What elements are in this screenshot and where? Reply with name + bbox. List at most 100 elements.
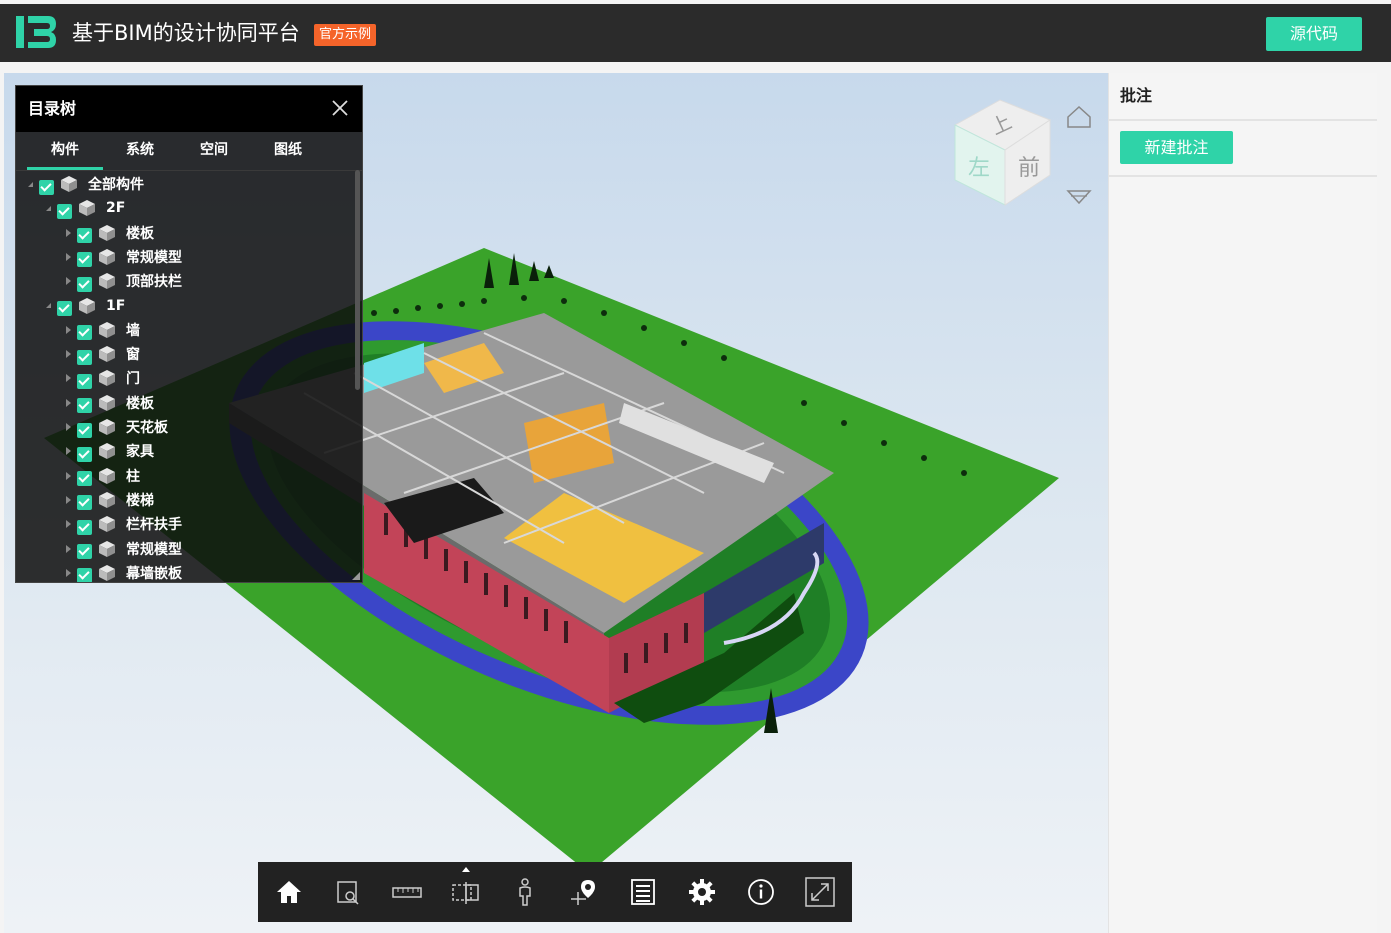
tree-row[interactable]: 栏杆扶手 — [66, 512, 182, 536]
expand-arrow-icon[interactable] — [66, 374, 71, 383]
tree-row[interactable]: 常规模型 — [66, 537, 182, 561]
expand-arrow-icon[interactable] — [66, 520, 71, 529]
tree-row-label: 门 — [126, 371, 140, 388]
properties-button[interactable] — [614, 862, 672, 922]
component-cube-icon — [99, 491, 115, 508]
tree-row[interactable]: 顶部扶栏 — [66, 269, 182, 293]
tree-row-label: 全部构件 — [88, 177, 144, 193]
checkbox[interactable] — [77, 519, 92, 535]
checkbox[interactable] — [77, 568, 92, 582]
expand-arrow-icon[interactable] — [66, 423, 71, 431]
properties-list-icon — [631, 879, 655, 905]
checkbox[interactable] — [77, 276, 92, 292]
expand-arrow-icon[interactable] — [66, 398, 71, 407]
bottom-toolbar — [258, 862, 852, 922]
tree-row[interactable]: 门 — [66, 366, 140, 390]
official-example-badge: 官方示例 — [314, 24, 377, 46]
tree-row[interactable]: 常规模型 — [66, 245, 182, 269]
component-cube-icon — [99, 370, 115, 387]
checkbox[interactable] — [77, 252, 92, 268]
expand-arrow-icon[interactable] — [66, 228, 71, 237]
section-box-button[interactable] — [437, 862, 495, 922]
tree-row[interactable]: 墙 — [66, 318, 140, 342]
close-icon[interactable] — [330, 98, 350, 118]
tree-row[interactable]: 1F — [46, 294, 125, 318]
expand-arrow-icon[interactable] — [66, 568, 71, 577]
tree-row[interactable]: 天花板 — [66, 415, 168, 439]
zoom-window-button[interactable] — [319, 862, 377, 922]
component-cube-icon — [99, 224, 115, 241]
tree-row[interactable]: 楼板 — [66, 391, 154, 415]
walk-person-icon — [519, 878, 531, 906]
checkbox[interactable] — [77, 471, 92, 487]
tree-row-label: 墙 — [126, 322, 140, 339]
component-cube-icon — [61, 176, 77, 192]
new-annotation-button[interactable]: 新建批注 — [1120, 131, 1233, 164]
expand-arrow-icon[interactable] — [66, 350, 71, 359]
fullscreen-button[interactable] — [791, 862, 849, 922]
component-cube-icon — [99, 419, 115, 435]
checkbox[interactable] — [77, 398, 92, 414]
checkbox[interactable] — [39, 179, 54, 195]
collapse-arrow-icon[interactable] — [46, 205, 51, 211]
expand-arrow-icon[interactable] — [66, 252, 71, 261]
collapse-arrow-icon[interactable] — [28, 181, 33, 187]
expand-arrow-icon[interactable] — [66, 277, 71, 286]
tree-row-label: 顶部扶栏 — [126, 274, 182, 291]
expand-arrow-icon[interactable] — [66, 325, 71, 334]
component-cube-icon — [99, 516, 115, 533]
viewcube-menu-icon[interactable] — [1066, 190, 1092, 205]
checkbox[interactable] — [57, 301, 72, 316]
walk-button[interactable] — [496, 862, 554, 922]
info-button[interactable] — [732, 862, 790, 922]
component-cube-icon — [99, 248, 115, 265]
tree-panel-title: 目录树 — [28, 99, 77, 118]
checkbox[interactable] — [77, 373, 92, 389]
tab-spaces[interactable]: 空间 — [176, 132, 252, 170]
checkbox[interactable] — [77, 422, 92, 438]
tree-row-label: 柱 — [126, 468, 140, 485]
tree-row[interactable]: 家具 — [66, 439, 154, 463]
source-code-button[interactable]: 源代码 — [1266, 17, 1362, 51]
viewcube-front-label[interactable]: 前 — [1018, 156, 1040, 181]
checkbox[interactable] — [77, 325, 92, 341]
expand-arrow-icon[interactable] — [66, 471, 71, 480]
location-button[interactable] — [555, 862, 613, 922]
resize-grip-icon[interactable] — [352, 572, 360, 580]
home-icon — [277, 881, 301, 903]
tree-list: 全部构件 2F 楼板 常规模型 顶部扶栏 1F 墙窗门楼板 天花板 家具柱楼梯 栏杆扶手 常规模型幕… — [16, 170, 356, 582]
tab-drawings[interactable]: 图纸 — [250, 132, 326, 170]
expand-arrow-icon[interactable] — [66, 495, 71, 504]
checkbox[interactable] — [77, 349, 92, 365]
checkbox[interactable] — [77, 446, 92, 462]
tree-row[interactable]: 柱 — [66, 464, 140, 488]
tree-row-label: 家具 — [126, 444, 154, 461]
tree-row[interactable]: 楼梯 — [66, 488, 154, 512]
annotation-panel: 批注 新建批注 — [1108, 73, 1377, 933]
collapse-arrow-icon[interactable] — [46, 303, 51, 308]
viewcube-left-label[interactable]: 左 — [968, 156, 990, 181]
tree-row-label: 楼板 — [126, 225, 154, 242]
view-cube[interactable]: 上 左 前 — [940, 95, 1100, 215]
expand-arrow-icon[interactable] — [66, 447, 71, 456]
tree-row[interactable]: 幕墙嵌板 — [66, 561, 182, 582]
tree-scrollbar[interactable] — [355, 170, 360, 390]
tree-row[interactable]: 楼板 — [66, 221, 154, 245]
tab-components[interactable]: 构件 — [27, 132, 103, 170]
home-button[interactable] — [260, 862, 318, 922]
tree-row[interactable]: 窗 — [66, 342, 140, 366]
measure-ruler-icon — [392, 887, 422, 898]
settings-button[interactable] — [673, 862, 731, 922]
annotation-panel-title: 批注 — [1109, 73, 1377, 121]
fullscreen-icon — [805, 877, 835, 907]
tree-row[interactable]: 全部构件 — [28, 172, 144, 196]
expand-arrow-icon[interactable] — [66, 544, 71, 553]
checkbox[interactable] — [77, 495, 92, 511]
tree-row[interactable]: 2F — [46, 196, 125, 220]
checkbox[interactable] — [57, 203, 72, 219]
viewcube-home-icon[interactable] — [1067, 105, 1091, 128]
measure-button[interactable] — [378, 862, 436, 922]
tab-systems[interactable]: 系统 — [102, 132, 178, 170]
checkbox[interactable] — [77, 544, 92, 559]
checkbox[interactable] — [77, 228, 92, 244]
